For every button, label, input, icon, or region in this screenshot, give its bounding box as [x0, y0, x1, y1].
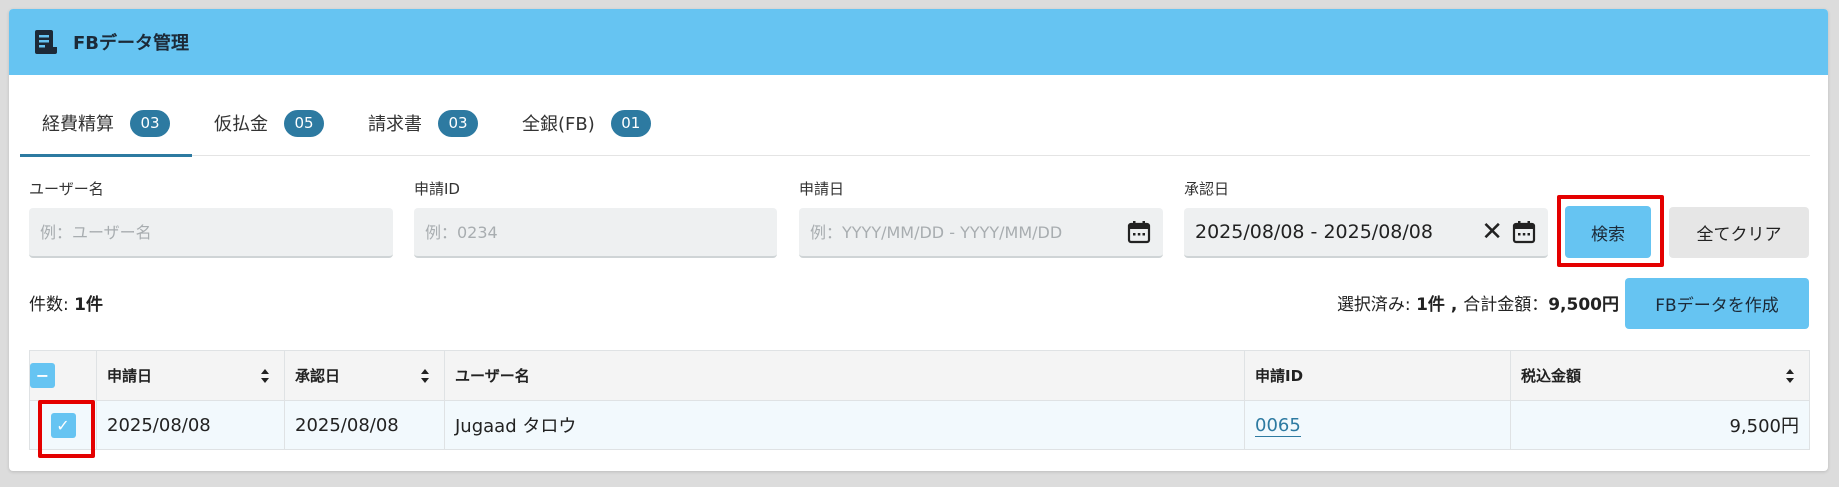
request-date-box: [799, 208, 1163, 258]
user-name-input[interactable]: [40, 222, 382, 242]
cell-approval-date: 2025/08/08: [284, 400, 445, 450]
header-label: 承認日: [295, 367, 341, 385]
count-label: 件数:: [29, 295, 75, 315]
select-all-checkbox-indeterminate-icon[interactable]: −: [30, 363, 55, 388]
request-date-label: 申請日: [799, 180, 845, 198]
tab-zengin-fb[interactable]: 全銀(FB) 01: [500, 90, 673, 156]
create-fb-data-button[interactable]: FBデータを作成: [1625, 278, 1809, 329]
cell-request-date: 2025/08/08: [96, 400, 285, 450]
header-label: 申請日: [107, 367, 153, 385]
header-user-name: ユーザー名: [444, 350, 1245, 401]
request-date-filter: 申請日: [799, 178, 1163, 258]
calendar-icon[interactable]: [1511, 219, 1537, 245]
tab-count-badge: 03: [130, 109, 170, 137]
header-label: 税込金額: [1521, 367, 1582, 385]
select-all-cell: −: [29, 350, 97, 401]
request-id-box: [414, 208, 777, 258]
sort-icon[interactable]: [1785, 368, 1795, 384]
calendar-icon[interactable]: [1126, 219, 1152, 245]
header-approval-date[interactable]: 承認日: [284, 350, 445, 401]
table-row[interactable]: ✓ 2025/08/08 2025/08/08 Jugaad タロウ 0065 …: [29, 400, 1810, 450]
approval-date-label: 承認日: [1184, 180, 1230, 198]
tab-count-badge: 05: [284, 109, 324, 137]
result-count: 件数: 1件: [29, 290, 103, 315]
tab-count-badge: 01: [610, 109, 651, 137]
header-label: ユーザー名: [455, 367, 530, 385]
user-name-filter: ユーザー名: [29, 178, 393, 258]
tab-expense[interactable]: 経費精算 03: [20, 90, 192, 157]
search-filters: ユーザー名 申請ID 申請日 承認日 ✕: [20, 178, 1810, 258]
count-value: 1件: [74, 295, 103, 315]
selected-value: 1件: [1416, 295, 1445, 315]
tab-label: 仮払金: [214, 114, 268, 135]
panel-header: FBデータ管理: [9, 9, 1828, 75]
request-id-input[interactable]: [425, 222, 766, 242]
page-title: FBデータ管理: [73, 33, 190, 54]
results-table: − 申請日 承認日 ユーザー名 申請ID 税込金額 ✓ 2025/08/08 2…: [29, 350, 1810, 450]
approval-date-input[interactable]: [1195, 221, 1482, 243]
sort-icon[interactable]: [260, 368, 270, 384]
request-id-link[interactable]: 0065: [1255, 414, 1301, 437]
tab-label: 経費精算: [42, 114, 114, 135]
tab-advance-payment[interactable]: 仮払金 05: [192, 90, 346, 156]
tab-invoice[interactable]: 請求書 03: [346, 90, 500, 156]
total-value: 9,500円: [1548, 295, 1619, 315]
category-tabs: 経費精算 03 仮払金 05 請求書 03 全銀(FB) 01: [20, 90, 1810, 157]
cell-user-name: Jugaad タロウ: [444, 400, 1245, 450]
header-label: 申請ID: [1255, 367, 1304, 385]
row-checkbox-highlight: [38, 400, 95, 458]
request-date-input[interactable]: [810, 222, 1126, 242]
tab-label: 請求書: [368, 114, 422, 135]
tab-count-badge: 03: [438, 109, 478, 137]
request-id-filter: 申請ID: [414, 178, 777, 258]
header-request-id: 申請ID: [1244, 350, 1511, 401]
cell-amount: 9,500円: [1510, 400, 1810, 450]
approval-date-box: ✕: [1184, 208, 1548, 258]
sort-icon[interactable]: [420, 368, 430, 384]
user-name-label: ユーザー名: [29, 180, 104, 198]
document-icon: [35, 30, 57, 54]
tab-label: 全銀(FB): [522, 114, 595, 135]
summary-separator: ,: [1444, 295, 1464, 315]
selection-summary: 選択済み: 1件 , 合計金額：9,500円: [1337, 290, 1619, 315]
selected-label: 選択済み:: [1336, 295, 1417, 315]
clear-x-icon[interactable]: ✕: [1481, 219, 1503, 245]
table-header-row: − 申請日 承認日 ユーザー名 申請ID 税込金額: [29, 350, 1810, 401]
clear-all-button[interactable]: 全てクリア: [1669, 207, 1809, 258]
search-button[interactable]: 検索: [1565, 206, 1651, 258]
total-label: 合計金額：: [1463, 295, 1549, 315]
header-request-date[interactable]: 申請日: [96, 350, 285, 401]
user-name-box: [29, 208, 393, 258]
cell-request-id: 0065: [1244, 400, 1511, 450]
request-id-label: 申請ID: [414, 180, 460, 198]
approval-date-filter: 承認日 ✕: [1184, 178, 1548, 258]
header-amount[interactable]: 税込金額: [1510, 350, 1810, 401]
